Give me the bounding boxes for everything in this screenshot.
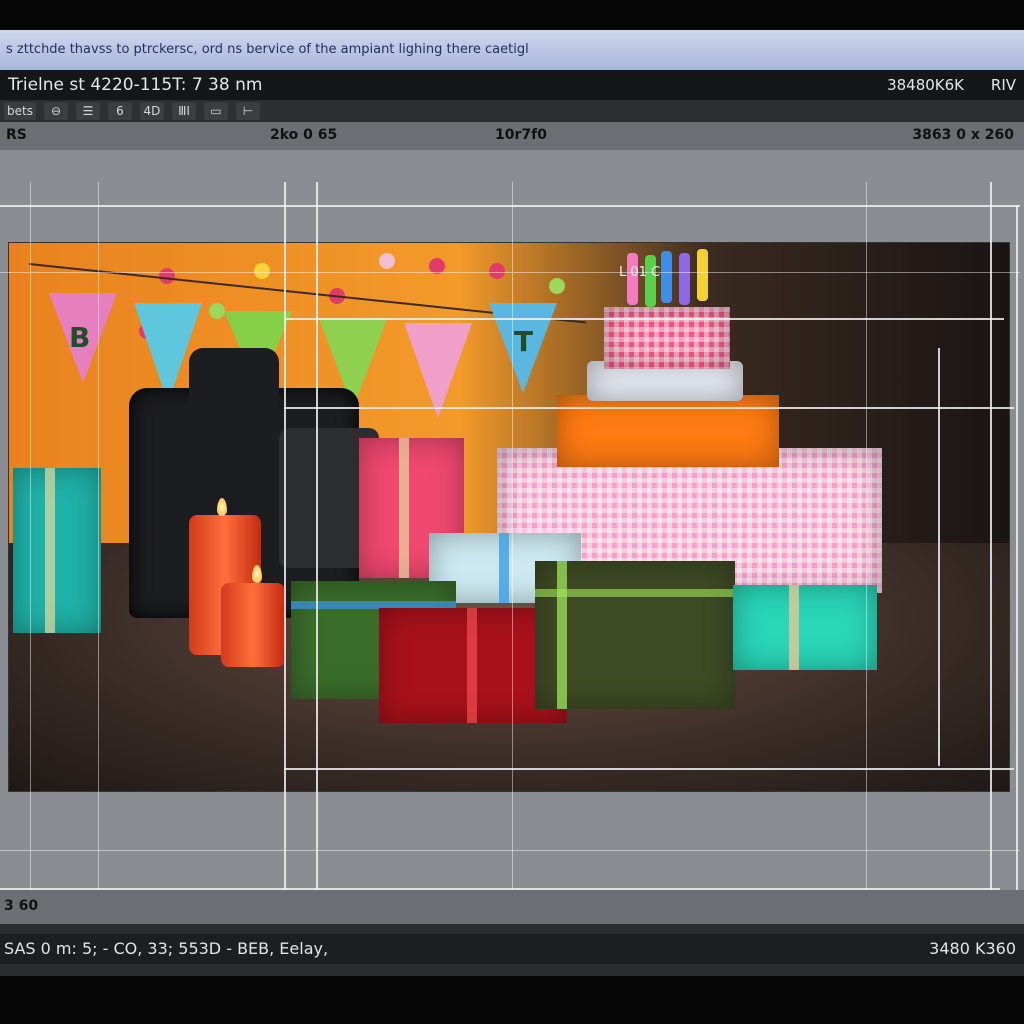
guide-line-vertical[interactable] [284, 182, 286, 916]
ruler-marker-a: 2ko 0 65 [270, 127, 338, 143]
guide-line-horizontal[interactable] [284, 407, 1014, 409]
guide-line-horizontal[interactable] [0, 205, 1020, 207]
top-ruler[interactable]: RS 2ko 0 65 10r7f0 3863 0 x 260 [0, 122, 1024, 150]
notification-bar: s zttchde thavss to ptrckersc, ord ns be… [0, 30, 1024, 70]
status-bar: SAS 0 m: 5; - CO, 33; 553D - BEB, Eelay,… [0, 934, 1024, 964]
polka-dot [209, 303, 225, 319]
ruler-label-left: RS [6, 127, 27, 143]
teal-gift-box [13, 468, 101, 633]
status-text: SAS 0 m: 5; - CO, 33; 553D - BEB, Eelay, [4, 939, 329, 958]
cake-candle [645, 255, 656, 307]
short-candle [221, 583, 285, 667]
mode-indicator: RIV [990, 76, 1016, 94]
zoom-out-icon[interactable]: ⊖ [43, 102, 68, 120]
status-dimensions: 3480 K360 [929, 939, 1016, 958]
grid-line-horizontal [0, 272, 1020, 273]
bottom-ruler-label: 3 60 [4, 898, 39, 914]
grid-line-vertical [30, 182, 31, 916]
frame-icon[interactable]: ▭ [203, 102, 228, 120]
grid-line-vertical [512, 182, 513, 916]
banner-letter: B [69, 321, 91, 354]
cake-tier [604, 307, 730, 369]
window-title: Trielne st 4220-115T: 7 38 nm [8, 75, 263, 95]
layer-icon[interactable]: 6 [107, 102, 132, 120]
candle-flame [217, 498, 227, 516]
cake-candle [679, 253, 690, 305]
cake-candle [661, 251, 672, 303]
sets-button[interactable]: bets [4, 102, 36, 120]
guide-line-vertical[interactable] [938, 348, 940, 766]
polka-dot [379, 253, 395, 269]
polka-dot [254, 263, 270, 279]
banner-pennant [404, 323, 472, 418]
menu-icon[interactable]: ☰ [75, 102, 100, 120]
polka-dot [549, 278, 565, 294]
notification-text: s zttchde thavss to ptrckersc, ord ns be… [6, 42, 529, 57]
bottom-ruler[interactable]: 3 60 [0, 890, 1024, 924]
resolution-readout: 38480K6K [887, 76, 964, 94]
toolbar: bets ⊖ ☰ 6 4D ⅢⅠ ▭ ⊢ [0, 100, 1024, 122]
ruler-marker-b: 10r7f0 [495, 127, 547, 143]
cake-candle [697, 249, 708, 301]
grid-icon[interactable]: ⅢⅠ [171, 102, 196, 120]
guide-line-vertical[interactable] [316, 182, 318, 916]
olive-gift-box [535, 561, 735, 709]
orange-gift-box [557, 395, 779, 467]
window-title-bar: Trielne st 4220-115T: 7 38 nm 38480K6K R… [0, 70, 1024, 100]
candle-flame [252, 565, 262, 583]
guide-line-horizontal[interactable] [284, 768, 1014, 770]
grid-line-vertical [98, 182, 99, 916]
grid-line-horizontal [0, 850, 1020, 851]
banner-letter: T [514, 325, 534, 358]
ruler-label-right: 3863 0 x 260 [912, 127, 1014, 143]
photo-canvas[interactable]: B T L 01 C [8, 242, 1010, 792]
guide-icon[interactable]: ⊢ [235, 102, 260, 120]
guide-line-vertical[interactable] [1016, 205, 1018, 895]
grid-line-vertical [866, 182, 867, 916]
view-4d-button[interactable]: 4D [139, 102, 164, 120]
polka-dot [489, 263, 505, 279]
monitor-screen: s zttchde thavss to ptrckersc, ord ns be… [0, 30, 1024, 976]
teal-right-gift-box [733, 585, 877, 670]
canvas-workspace[interactable]: B T L 01 C [0, 150, 1024, 916]
guide-line-vertical[interactable] [990, 182, 992, 916]
guide-line-horizontal[interactable] [284, 318, 1004, 320]
